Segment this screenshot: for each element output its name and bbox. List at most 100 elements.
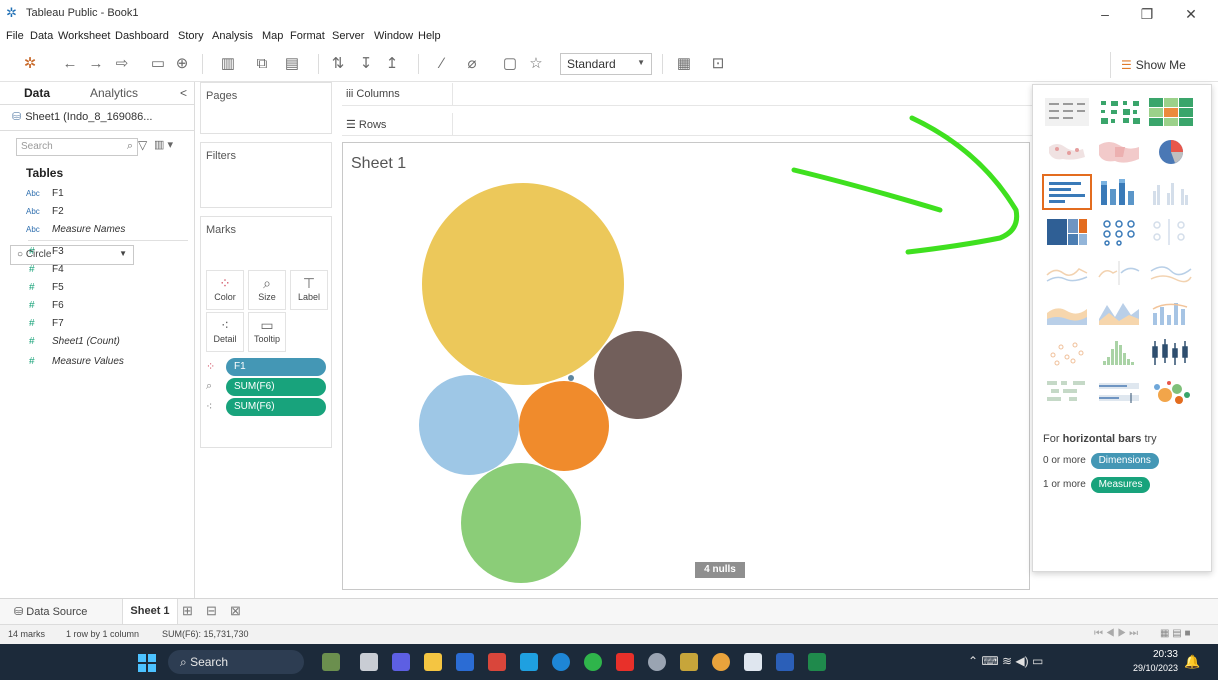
chart-type-dual-lines[interactable] bbox=[1147, 255, 1195, 289]
chart-type-area-discrete[interactable] bbox=[1095, 295, 1143, 329]
chart-type-dual-combination[interactable] bbox=[1147, 295, 1195, 329]
new-dashboard-icon[interactable]: ⊟ bbox=[206, 603, 217, 619]
menu-data[interactable]: Data bbox=[30, 30, 53, 42]
taskbar-time[interactable]: 20:33 bbox=[1124, 649, 1178, 660]
redo-icon[interactable]: → bbox=[86, 54, 106, 74]
menu-window[interactable]: Window bbox=[374, 30, 413, 42]
show-cards-icon[interactable]: ▦ bbox=[674, 54, 694, 74]
tab-data[interactable]: Data bbox=[24, 86, 50, 100]
field-measure-values[interactable]: # Measure Values bbox=[26, 354, 124, 370]
highlight-icon[interactable]: ∕ bbox=[432, 54, 452, 74]
sort-descending-icon[interactable]: ↥ bbox=[382, 54, 402, 74]
chart-type-highlight-table[interactable] bbox=[1147, 95, 1195, 129]
small-bubble[interactable] bbox=[568, 375, 574, 381]
field-f7[interactable]: # F7 bbox=[26, 316, 64, 332]
sort-ascending-icon[interactable]: ↧ bbox=[356, 54, 376, 74]
duplicate-sheet-icon[interactable]: ⧉ bbox=[252, 54, 272, 74]
save-icon[interactable]: ▭ bbox=[148, 54, 168, 74]
view-options-icon[interactable]: ▥ ▾ bbox=[154, 138, 173, 151]
chart-type-stacked-bars[interactable] bbox=[1095, 175, 1143, 209]
widgets-icon[interactable] bbox=[322, 653, 340, 671]
show-me-button[interactable]: ☰ Show Me bbox=[1110, 52, 1200, 78]
chart-type-text-table[interactable] bbox=[1043, 95, 1091, 129]
bubble[interactable] bbox=[422, 183, 624, 385]
field-f6[interactable]: # F6 bbox=[26, 298, 64, 314]
teams-icon[interactable] bbox=[392, 653, 410, 671]
menu-help[interactable]: Help bbox=[418, 30, 441, 42]
chart-type-area-continuous[interactable] bbox=[1043, 295, 1091, 329]
minimize-button[interactable]: – bbox=[1090, 4, 1120, 24]
bubble[interactable] bbox=[419, 375, 519, 475]
app-game-icon[interactable] bbox=[680, 653, 698, 671]
size-button[interactable]: ⌕ Size bbox=[248, 270, 286, 310]
pill-sum-f6-size[interactable]: SUM(F6) bbox=[226, 378, 326, 396]
field-f1[interactable]: Abc F1 bbox=[26, 186, 64, 202]
group-icon[interactable]: ⌀ bbox=[462, 54, 482, 74]
field-f5[interactable]: # F5 bbox=[26, 280, 64, 296]
datasource-item[interactable]: ⛁ Sheet1 (Indo_8_169086... bbox=[12, 110, 152, 123]
taskbar-search[interactable]: ⌕ Search bbox=[168, 650, 304, 674]
new-story-icon[interactable]: ⊠ bbox=[230, 603, 241, 619]
chart-type-gantt[interactable] bbox=[1043, 375, 1091, 409]
windows-start-icon[interactable] bbox=[138, 654, 156, 672]
word-icon[interactable] bbox=[776, 653, 794, 671]
bubble[interactable] bbox=[461, 463, 581, 583]
field-sheet1-count[interactable]: # Sheet1 (Count) bbox=[26, 334, 120, 350]
chart-type-histogram[interactable] bbox=[1095, 335, 1143, 369]
bubble[interactable] bbox=[594, 331, 682, 419]
chart-type-lines-discrete[interactable] bbox=[1095, 255, 1143, 289]
field-measure-names[interactable]: Abc Measure Names bbox=[26, 222, 125, 238]
marks-pill-size[interactable]: ⌕ SUM(F6) bbox=[206, 378, 336, 396]
menu-server[interactable]: Server bbox=[332, 30, 364, 42]
menu-file[interactable]: File bbox=[6, 30, 24, 42]
data-source-tab[interactable]: ⛁ Data Source bbox=[14, 605, 87, 618]
restore-button[interactable]: ❐ bbox=[1132, 4, 1162, 24]
menu-map[interactable]: Map bbox=[262, 30, 283, 42]
chart-type-bullet-graph[interactable] bbox=[1095, 375, 1143, 409]
mark-type-select[interactable]: ○ Circle ▼ bbox=[10, 245, 134, 265]
app-l-icon[interactable] bbox=[520, 653, 538, 671]
menu-dashboard[interactable]: Dashboard bbox=[115, 30, 169, 42]
sheet-navigation-icon[interactable]: ⏮ ◀ ▶ ⏭ bbox=[1094, 628, 1138, 639]
pill-sum-f6-detail[interactable]: SUM(F6) bbox=[226, 398, 326, 416]
notification-bell-icon[interactable]: 🔔 bbox=[1184, 654, 1200, 670]
tableau-taskbar-icon[interactable] bbox=[744, 653, 762, 671]
tooltip-button[interactable]: ▭ Tooltip bbox=[248, 312, 286, 352]
chart-type-treemap[interactable] bbox=[1043, 215, 1091, 249]
task-view-icon[interactable] bbox=[360, 653, 378, 671]
clear-sheet-icon[interactable]: ▤ bbox=[282, 54, 302, 74]
close-button[interactable]: ✕ bbox=[1176, 4, 1206, 24]
menu-format[interactable]: Format bbox=[290, 30, 325, 42]
chart-type-packed-bubbles[interactable] bbox=[1147, 375, 1195, 409]
excel-icon[interactable] bbox=[808, 653, 826, 671]
new-worksheet-icon[interactable]: ⊞ bbox=[182, 603, 193, 619]
show-labels-icon[interactable]: ▢ bbox=[500, 54, 520, 74]
menu-story[interactable]: Story bbox=[178, 30, 204, 42]
sheet-view-icons[interactable]: ▦ ▤ ■ bbox=[1160, 628, 1191, 639]
columns-shelf[interactable] bbox=[342, 82, 1032, 106]
collapse-pane-icon[interactable]: < bbox=[180, 86, 187, 100]
chart-type-heat-map[interactable] bbox=[1095, 95, 1143, 129]
chart-type-circle-views[interactable] bbox=[1095, 215, 1143, 249]
nulls-indicator[interactable]: 4 nulls bbox=[695, 562, 745, 578]
chart-type-filled-map[interactable] bbox=[1095, 135, 1143, 169]
chart-type-box-whisker[interactable] bbox=[1147, 335, 1195, 369]
store-icon[interactable] bbox=[456, 653, 474, 671]
fix-axes-icon[interactable]: ☆ bbox=[526, 54, 546, 74]
tableau-home-icon[interactable]: ✲ bbox=[20, 54, 40, 74]
new-worksheet-icon[interactable]: ▥ bbox=[218, 54, 238, 74]
detail-button[interactable]: ⁖ Detail bbox=[206, 312, 244, 352]
undo-icon[interactable]: ← bbox=[60, 54, 80, 74]
menu-worksheet[interactable]: Worksheet bbox=[58, 30, 110, 42]
taskbar-date[interactable]: 29/10/2023 bbox=[1118, 663, 1178, 673]
filter-icon[interactable]: ▽ bbox=[138, 138, 147, 152]
menu-analysis[interactable]: Analysis bbox=[212, 30, 253, 42]
swap-rows-columns-icon[interactable]: ⇅ bbox=[328, 54, 348, 74]
color-button[interactable]: ⁘ Color bbox=[206, 270, 244, 310]
marks-pill-detail[interactable]: ⁖ SUM(F6) bbox=[206, 398, 336, 416]
chart-type-pie[interactable] bbox=[1147, 135, 1195, 169]
search-input[interactable]: Search ⌕ bbox=[16, 138, 138, 156]
field-f2[interactable]: Abc F2 bbox=[26, 204, 64, 220]
fit-select[interactable]: Standard ▼ bbox=[560, 53, 652, 75]
mcafee-icon[interactable] bbox=[488, 653, 506, 671]
